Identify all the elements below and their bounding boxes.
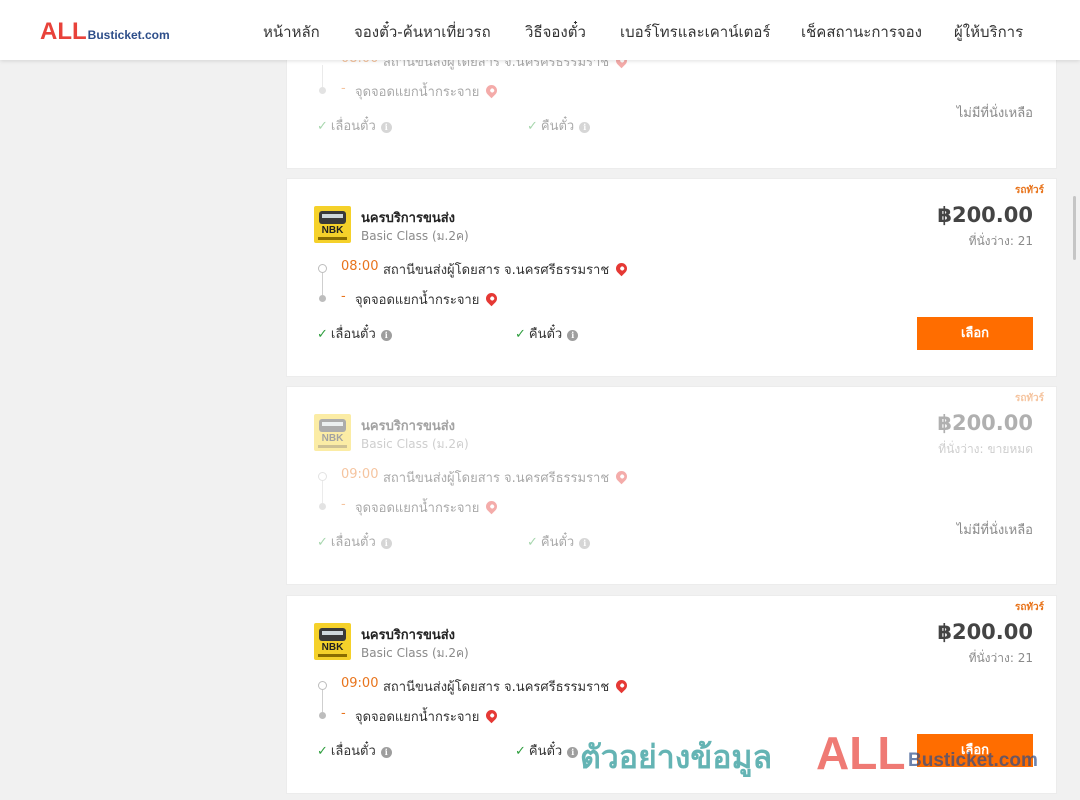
nav-operators[interactable]: ผู้ให้บริการ (954, 20, 1023, 44)
seats-available: ที่นั่งว่าง: ขายหมด (938, 442, 1033, 456)
route-line (322, 273, 323, 295)
check-icon: ✓ (317, 535, 328, 550)
nav-book-search[interactable]: จองตั๋ว-ค้นหาเที่ยวรถ (354, 20, 491, 44)
map-pin-icon[interactable] (613, 260, 630, 277)
logo-busticket-text: Busticket.com (87, 28, 170, 42)
bus-class: Basic Class (ม.2ค) (361, 229, 469, 243)
bus-type-badge: รถทัวร์ (1014, 185, 1044, 196)
arrival-dot (319, 295, 326, 302)
map-pin-icon[interactable] (484, 707, 500, 724)
feature-refund-ticket: ✓ คืนตั๋ว i (527, 115, 591, 136)
operator-logo: NBK (314, 206, 351, 243)
watermark-logo: ALL Busticket.com (816, 726, 1038, 780)
arrival-dash: - (341, 706, 346, 721)
map-pin-icon[interactable] (484, 290, 500, 307)
info-icon[interactable]: i (380, 538, 392, 549)
ticket-price: ฿200.00 (937, 620, 1033, 644)
arrival-dash: - (341, 497, 346, 512)
no-seat-label: ไม่มีที่นั่งเหลือ (956, 106, 1033, 121)
feature-refund-ticket: ✓ คืนตั๋ว i (515, 323, 579, 344)
map-pin-icon[interactable] (613, 677, 630, 694)
map-pin-icon[interactable] (484, 498, 500, 515)
trip-card: รถทัวร์ NBK นครบริการขนส่ง Basic Class (… (286, 178, 1057, 377)
feature-change-ticket: ✓ เลื่อนตั๋ว i (317, 115, 392, 136)
departure-time: 08:00 (341, 259, 379, 274)
operator-name: นครบริการขนส่ง (361, 211, 456, 226)
arrival-stop: จุดจอดแยกน้ำกระจาย (355, 293, 480, 308)
operator-logo: NBK (314, 623, 351, 660)
info-icon[interactable]: i (579, 122, 591, 133)
departure-dot (318, 681, 327, 690)
arrival-dot (319, 503, 326, 510)
operator-name: นครบริการขนส่ง (361, 628, 456, 643)
route-line (322, 481, 323, 503)
check-icon: ✓ (515, 327, 526, 342)
route-line (322, 690, 323, 712)
info-icon[interactable]: i (567, 330, 579, 341)
info-icon[interactable]: i (380, 747, 392, 758)
feature-refund-ticket: ✓ คืนตั๋ว i (527, 531, 591, 552)
info-icon[interactable]: i (380, 330, 392, 341)
arrival-dot (319, 87, 326, 94)
arrival-dot (319, 712, 326, 719)
map-pin-icon[interactable] (484, 82, 500, 99)
watermark-logo-rest: Busticket.com (908, 750, 1038, 771)
select-trip-button[interactable]: เลือก (917, 317, 1033, 350)
check-icon: ✓ (317, 744, 328, 759)
feature-refund-ticket: ✓ คืนตั๋ว i (515, 740, 579, 761)
feature-change-ticket: ✓ เลื่อนตั๋ว i (317, 531, 392, 552)
bus-class: Basic Class (ม.2ค) (361, 646, 469, 660)
map-pin-icon[interactable] (613, 468, 630, 485)
departure-station: สถานีขนส่งผู้โดยสาร จ.นครศรีธรรมราช (383, 263, 610, 278)
departure-dot (318, 264, 327, 273)
info-icon[interactable]: i (380, 122, 392, 133)
bus-class: Basic Class (ม.2ค) (361, 437, 469, 451)
ticket-price: ฿200.00 (937, 411, 1033, 435)
check-icon: ✓ (317, 119, 328, 134)
departure-time: 09:00 (341, 467, 379, 482)
feature-change-ticket: ✓ เลื่อนตั๋ว i (317, 740, 392, 761)
check-icon: ✓ (317, 327, 328, 342)
departure-dot (318, 472, 327, 481)
departure-station: สถานีขนส่งผู้โดยสาร จ.นครศรีธรรมราช (383, 471, 610, 486)
top-header: ALL Busticket.com หน้าหลัก จองตั๋ว-ค้นหา… (0, 0, 1080, 60)
logo-all-text: ALL (40, 18, 87, 45)
info-icon[interactable]: i (567, 747, 579, 758)
nav-home[interactable]: หน้าหลัก (263, 20, 320, 44)
page-scrollbar[interactable] (1073, 196, 1076, 260)
departure-station: สถานีขนส่งผู้โดยสาร จ.นครศรีธรรมราช (383, 680, 610, 695)
arrival-dash: - (341, 289, 346, 304)
departure-time: 09:00 (341, 676, 379, 691)
watermark-logo-all: ALL (816, 727, 906, 779)
operator-name: นครบริการขนส่ง (361, 419, 456, 434)
sample-data-watermark: ตัวอย่างข้อมูล (580, 738, 773, 776)
arrival-stop: จุดจอดแยกน้ำกระจาย (355, 85, 480, 100)
bus-type-badge: รถทัวร์ (1014, 393, 1044, 404)
nav-how-to-book[interactable]: วิธีจองตั๋ว (525, 20, 586, 44)
trip-card-sold-out: รถทัวร์ NBK นครบริการขนส่ง Basic Class (… (286, 386, 1057, 585)
feature-change-ticket: ✓ เลื่อนตั๋ว i (317, 323, 392, 344)
check-icon: ✓ (515, 744, 526, 759)
no-seat-label: ไม่มีที่นั่งเหลือ (956, 523, 1033, 538)
nav-phone-counter[interactable]: เบอร์โทรและเคาน์เตอร์ (620, 20, 770, 44)
info-icon[interactable]: i (579, 538, 591, 549)
seats-available: ที่นั่งว่าง: 21 (968, 651, 1033, 665)
check-icon: ✓ (527, 535, 538, 550)
check-icon: ✓ (527, 119, 538, 134)
arrival-stop: จุดจอดแยกน้ำกระจาย (355, 710, 480, 725)
operator-logo: NBK (314, 414, 351, 451)
ticket-price: ฿200.00 (937, 203, 1033, 227)
seats-available: ที่นั่งว่าง: 21 (968, 234, 1033, 248)
nav-check-booking[interactable]: เช็คสถานะการจอง (801, 20, 922, 44)
route-line (322, 65, 323, 87)
site-logo[interactable]: ALL Busticket.com (40, 18, 170, 46)
bus-type-badge: รถทัวร์ (1014, 602, 1044, 613)
arrival-dash: - (341, 81, 346, 96)
arrival-stop: จุดจอดแยกน้ำกระจาย (355, 501, 480, 516)
